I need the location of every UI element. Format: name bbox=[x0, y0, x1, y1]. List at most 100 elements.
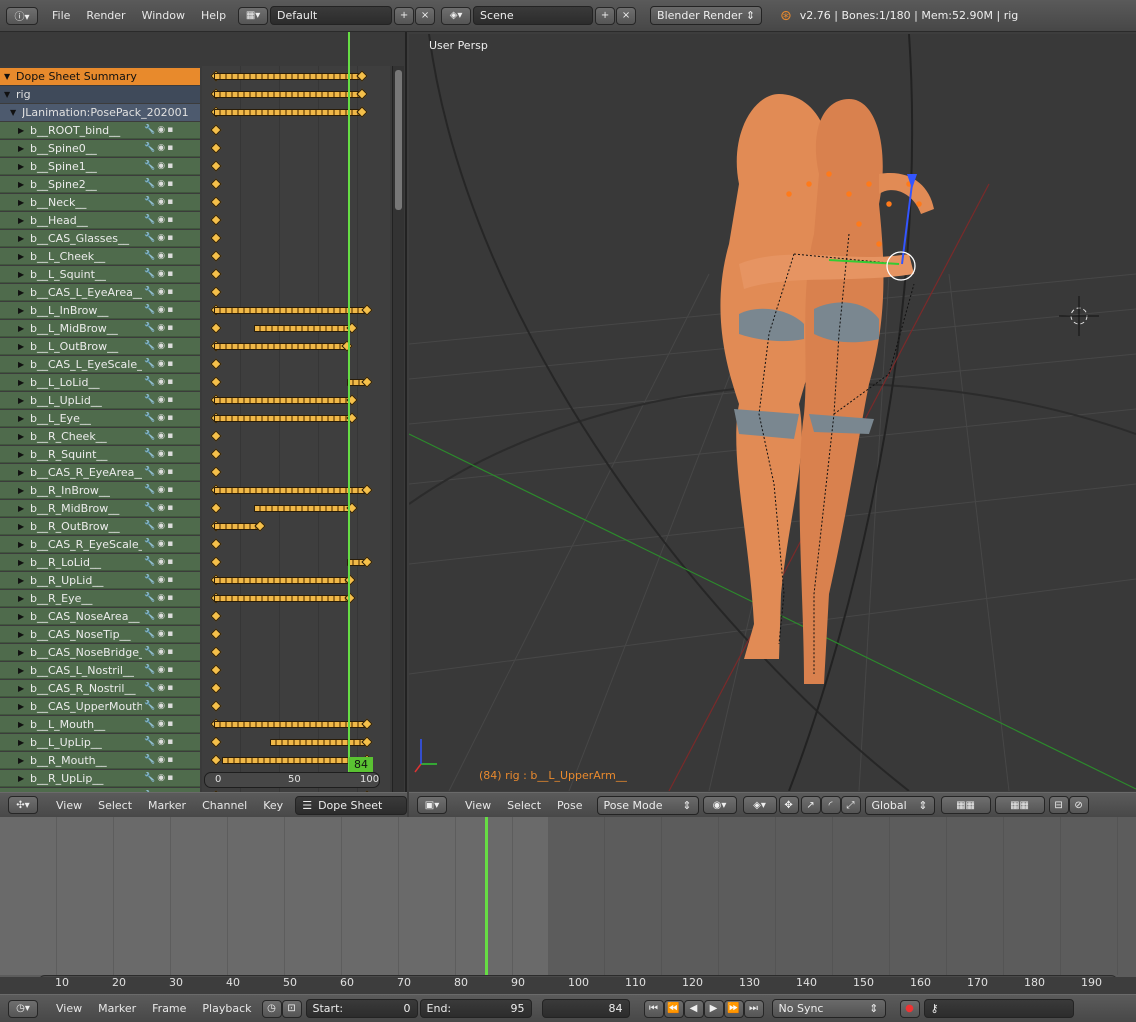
mute-icon[interactable]: ◉ bbox=[157, 125, 165, 135]
wrench-icon[interactable]: 🔧 bbox=[144, 269, 155, 279]
keyframe-hold-bar[interactable] bbox=[254, 325, 352, 332]
mute-icon[interactable]: ◉ bbox=[157, 269, 165, 279]
scene-field[interactable]: Scene bbox=[473, 6, 594, 25]
keyframe-diamond[interactable] bbox=[210, 736, 222, 748]
keyframe-row[interactable] bbox=[202, 374, 390, 391]
bone-channel[interactable]: ▶ b__CAS_Glasses__ 🔧 ◉ ▪ bbox=[0, 230, 200, 247]
wrench-icon[interactable]: 🔧 bbox=[144, 197, 155, 207]
expand-icon[interactable]: ▶ bbox=[18, 648, 28, 657]
expand-icon[interactable]: ▶ bbox=[18, 594, 28, 603]
end-frame-field[interactable]: End: 95 bbox=[419, 999, 532, 1018]
remove-layout-icon[interactable]: × bbox=[415, 6, 436, 25]
keyframe-row[interactable] bbox=[202, 86, 390, 103]
keyframe-diamond[interactable] bbox=[210, 664, 222, 676]
keyframe-row[interactable] bbox=[202, 122, 390, 139]
mute-icon[interactable]: ◉ bbox=[157, 467, 165, 477]
mute-icon[interactable]: ◉ bbox=[157, 629, 165, 639]
keyframe-row[interactable] bbox=[202, 284, 390, 301]
keyframe-hold-bar[interactable] bbox=[214, 721, 367, 728]
keyframe-row[interactable] bbox=[202, 626, 390, 643]
keyframe-hold-bar[interactable] bbox=[214, 577, 350, 584]
expand-icon[interactable]: ▶ bbox=[18, 216, 28, 225]
lock-icon[interactable]: ▪ bbox=[167, 125, 173, 135]
keyframe-diamond[interactable] bbox=[210, 754, 222, 766]
lock-icon[interactable]: ⊟ bbox=[1048, 796, 1069, 814]
remove-scene-icon[interactable]: × bbox=[616, 6, 637, 25]
bone-channel[interactable]: ▶ b__L_InBrow__ 🔧 ◉ ▪ bbox=[0, 302, 200, 319]
wrench-icon[interactable]: 🔧 bbox=[144, 737, 155, 747]
bone-channel[interactable]: ▶ b__Spine1__ 🔧 ◉ ▪ bbox=[0, 158, 200, 175]
expand-icon[interactable]: ▶ bbox=[18, 144, 28, 153]
lock-icon[interactable]: ▪ bbox=[167, 449, 173, 459]
mute-icon[interactable]: ◉ bbox=[157, 557, 165, 567]
vp-menu-select[interactable]: Select bbox=[499, 799, 549, 812]
bone-channel[interactable]: ▶ b__CAS_L_EyeArea__ 🔧 ◉ ▪ bbox=[0, 284, 200, 301]
lock-icon[interactable]: ▪ bbox=[167, 737, 173, 747]
lock-icon[interactable]: ▪ bbox=[167, 629, 173, 639]
editor-type-icon[interactable]: ✣▾ bbox=[8, 796, 38, 814]
manipulator-icon[interactable]: ✥ bbox=[778, 796, 799, 814]
mute-icon[interactable]: ◉ bbox=[157, 431, 165, 441]
keyframe-row[interactable] bbox=[202, 230, 390, 247]
keyframe-hold-bar[interactable] bbox=[214, 91, 362, 98]
add-scene-icon[interactable]: + bbox=[595, 6, 616, 25]
wrench-icon[interactable]: 🔧 bbox=[144, 125, 155, 135]
mute-icon[interactable]: ◉ bbox=[157, 377, 165, 387]
mute-icon[interactable]: ◉ bbox=[157, 395, 165, 405]
keyframe-row[interactable] bbox=[202, 410, 390, 427]
keyframe-diamond[interactable] bbox=[210, 232, 222, 244]
keyframe-row[interactable] bbox=[202, 446, 390, 463]
prev-key-icon[interactable]: ⏪ bbox=[663, 999, 684, 1018]
wrench-icon[interactable]: 🔧 bbox=[144, 665, 155, 675]
bone-channel[interactable]: ▶ b__Neck__ 🔧 ◉ ▪ bbox=[0, 194, 200, 211]
lock-icon[interactable]: ▪ bbox=[167, 251, 173, 261]
mute-icon[interactable]: ◉ bbox=[157, 773, 165, 783]
lock-icon[interactable]: ▪ bbox=[167, 233, 173, 243]
keyframe-area[interactable] bbox=[202, 66, 390, 804]
keyframe-row[interactable] bbox=[202, 176, 390, 193]
wrench-icon[interactable]: 🔧 bbox=[144, 701, 155, 711]
keyframe-row[interactable] bbox=[202, 158, 390, 175]
play-reverse-icon[interactable]: ◀ bbox=[683, 999, 704, 1018]
mute-icon[interactable]: ◉ bbox=[157, 665, 165, 675]
expand-icon[interactable]: ▶ bbox=[18, 468, 28, 477]
lock-icon[interactable]: ▪ bbox=[167, 269, 173, 279]
keyframe-hold-bar[interactable] bbox=[222, 757, 367, 764]
bone-channel[interactable]: ▶ b__L_Mouth__ 🔧 ◉ ▪ bbox=[0, 716, 200, 733]
keyframe-hold-bar[interactable] bbox=[214, 595, 350, 602]
keyframe-row[interactable] bbox=[202, 644, 390, 661]
lock-icon[interactable]: ▪ bbox=[167, 341, 173, 351]
menu-render[interactable]: Render bbox=[78, 9, 133, 22]
keyframe-hold-bar[interactable] bbox=[214, 415, 352, 422]
mute-icon[interactable]: ◉ bbox=[157, 179, 165, 189]
lock-icon[interactable]: ▪ bbox=[167, 287, 173, 297]
keyframe-row[interactable] bbox=[202, 716, 390, 733]
mute-icon[interactable]: ◉ bbox=[157, 719, 165, 729]
mute-icon[interactable]: ◉ bbox=[157, 503, 165, 513]
start-frame-field[interactable]: Start: 0 bbox=[305, 999, 418, 1018]
bone-channel[interactable]: ▶ b__CAS_R_Nostril__ 🔧 ◉ ▪ bbox=[0, 680, 200, 697]
overlay-icon[interactable]: ⊘ bbox=[1068, 796, 1089, 814]
preview-range-icon[interactable]: ◷ bbox=[261, 999, 282, 1018]
bone-channel[interactable]: ▶ b__R_UpLip__ 🔧 ◉ ▪ bbox=[0, 770, 200, 787]
expand-icon[interactable]: ▼ bbox=[4, 90, 14, 99]
timeline-editor[interactable] bbox=[0, 817, 1136, 977]
expand-icon[interactable]: ▶ bbox=[18, 774, 28, 783]
mute-icon[interactable]: ◉ bbox=[157, 215, 165, 225]
expand-icon[interactable]: ▶ bbox=[18, 432, 28, 441]
keyframe-diamond[interactable] bbox=[210, 466, 222, 478]
lock-icon[interactable]: ▪ bbox=[167, 647, 173, 657]
wrench-icon[interactable]: 🔧 bbox=[144, 359, 155, 369]
expand-icon[interactable]: ▼ bbox=[10, 108, 20, 117]
wrench-icon[interactable]: 🔧 bbox=[144, 647, 155, 657]
expand-icon[interactable]: ▶ bbox=[18, 504, 28, 513]
timeline-playhead[interactable] bbox=[485, 817, 488, 977]
mute-icon[interactable]: ◉ bbox=[157, 161, 165, 171]
bone-channel[interactable]: ▶ b__R_Squint__ 🔧 ◉ ▪ bbox=[0, 446, 200, 463]
bone-channel[interactable]: ▶ b__CAS_R_EyeScale__ 🔧 ◉ ▪ bbox=[0, 536, 200, 553]
keyframe-diamond[interactable] bbox=[210, 250, 222, 262]
tl-menu-view[interactable]: View bbox=[48, 1002, 90, 1015]
wrench-icon[interactable]: 🔧 bbox=[144, 593, 155, 603]
keyframe-diamond[interactable] bbox=[210, 160, 222, 172]
keyframe-diamond[interactable] bbox=[210, 268, 222, 280]
